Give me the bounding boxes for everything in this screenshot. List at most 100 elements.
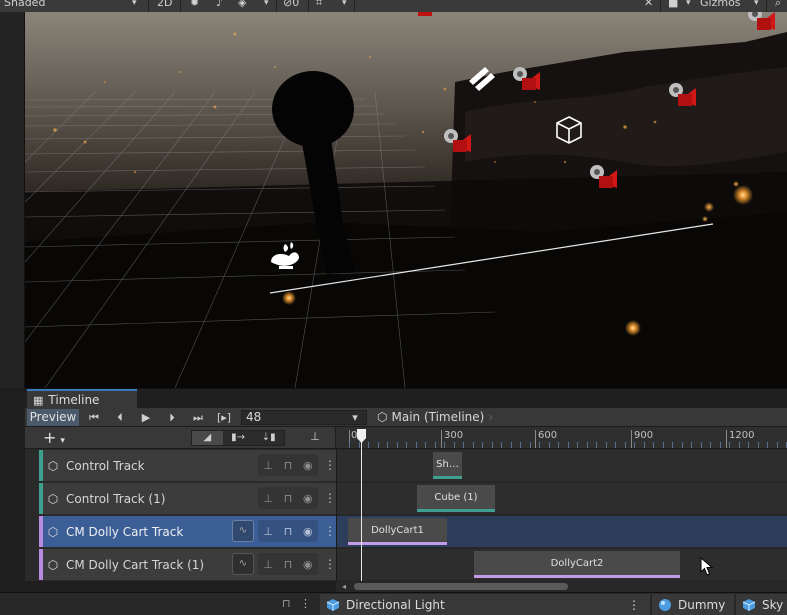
- track-lane[interactable]: Sh…: [337, 450, 787, 481]
- shading-mode-label: Shaded: [4, 0, 46, 9]
- timeline-tabbar: ▦ Timeline: [25, 388, 787, 409]
- camera-icon[interactable]: ■: [668, 0, 678, 12]
- go-to-end-icon[interactable]: ⏭: [187, 409, 209, 426]
- ruler-major-tick: [726, 430, 727, 448]
- preview-button[interactable]: Preview: [27, 409, 79, 426]
- eye-icon[interactable]: ◉: [303, 492, 313, 505]
- ruler-minor-tick: [634, 442, 635, 448]
- ruler-minor-tick: [587, 442, 588, 448]
- track-header-control-track[interactable]: ⬡ Control Track ⊥ ⊓ ◉ ⋮: [39, 450, 336, 481]
- ruler-minor-tick: [748, 442, 749, 448]
- lock-icon[interactable]: ⊓: [284, 525, 293, 538]
- lock-icon[interactable]: ⊓: [282, 597, 291, 610]
- search-icon[interactable]: ⌕: [775, 0, 781, 12]
- ruler-minor-tick: [739, 442, 740, 448]
- eye-icon[interactable]: ◉: [303, 525, 313, 538]
- more-options-icon[interactable]: ⋮: [324, 457, 336, 473]
- tab-sky[interactable]: Sky: [736, 594, 787, 615]
- ruler-minor-tick: [615, 442, 616, 448]
- clip-bar: [417, 509, 495, 512]
- replace-mode-icon[interactable]: ⇣▮: [253, 431, 284, 445]
- clip-label: DollyCart1: [371, 525, 424, 536]
- bottom-tab-bar: ⊓ ⋮ Directional Light ⋮ Dummy Sky: [0, 592, 787, 615]
- chevron-down-icon[interactable]: ▾: [686, 0, 691, 12]
- lock-icon[interactable]: ⊓: [284, 558, 293, 571]
- tab-dummy[interactable]: Dummy: [652, 594, 734, 615]
- track-lane[interactable]: DollyCart2: [337, 549, 787, 580]
- ruler-minor-tick: [539, 442, 540, 448]
- ruler-minor-tick: [530, 442, 531, 448]
- next-frame-icon[interactable]: ⏵: [161, 409, 183, 426]
- ruler-label: 900: [634, 430, 654, 441]
- chevron-down-icon[interactable]: ▾: [345, 409, 365, 426]
- more-options-icon[interactable]: ⋮: [324, 490, 336, 506]
- timeline-horizontal-scrollbar[interactable]: ◂: [336, 581, 787, 592]
- more-options-icon[interactable]: ⋮: [324, 556, 336, 572]
- hidden-objects-toggle[interactable]: ⊘0: [283, 0, 299, 12]
- mix-mode-icon[interactable]: ◢: [192, 431, 223, 445]
- pin-icon[interactable]: ⊥: [263, 525, 273, 538]
- track-header-cm-dolly-cart-track[interactable]: ⬡ CM Dolly Cart Track ∿ ⊥ ⊓ ◉ ⋮: [39, 516, 336, 547]
- lock-icon[interactable]: ⊓: [284, 492, 293, 505]
- track-binding-field[interactable]: ∿: [232, 520, 254, 542]
- grid-snap-icon[interactable]: ⌗: [316, 0, 322, 12]
- track-lane[interactable]: Cube (1): [337, 483, 787, 514]
- chevron-down-icon[interactable]: ▾: [342, 0, 347, 12]
- more-options-icon[interactable]: ⋮: [300, 597, 311, 610]
- audio-toggle-icon[interactable]: ♪: [216, 0, 223, 12]
- clip-area[interactable]: Sh… Cube (1) DollyCart1 DollyCart2: [336, 449, 787, 581]
- track-binding-field[interactable]: ∿: [232, 553, 254, 575]
- scrollbar-thumb[interactable]: [354, 583, 568, 590]
- track-header-control-track-1[interactable]: ⬡ Control Track (1) ⊥ ⊓ ◉ ⋮: [39, 483, 336, 514]
- gizmos-dropdown[interactable]: Gizmos: [700, 0, 741, 12]
- pin-icon[interactable]: ⊥: [263, 558, 273, 571]
- clip-bar: [474, 575, 680, 578]
- toolbar-divider: [660, 0, 661, 12]
- track-header-cm-dolly-cart-track-1[interactable]: ⬡ CM Dolly Cart Track (1) ∿ ⊥ ⊓ ◉ ⋮: [39, 549, 336, 580]
- toolbar-divider: [308, 0, 309, 12]
- pin-icon[interactable]: ⊥: [305, 430, 325, 446]
- timeline-tab[interactable]: ▦ Timeline: [27, 389, 137, 409]
- add-track-button[interactable]: + ▾: [43, 429, 75, 447]
- clip-bar: [433, 476, 462, 479]
- go-to-start-icon[interactable]: ⏮: [83, 409, 105, 426]
- pin-icon[interactable]: ⊥: [263, 492, 273, 505]
- chevron-down-icon[interactable]: ▾: [132, 0, 137, 12]
- previous-frame-icon[interactable]: ⏴: [109, 409, 131, 426]
- chevron-down-icon[interactable]: ▾: [264, 0, 269, 12]
- clip-sh[interactable]: Sh…: [433, 452, 462, 479]
- ruler-minor-tick: [473, 442, 474, 448]
- clip-dollycart2[interactable]: DollyCart2: [474, 551, 680, 578]
- tools-icon[interactable]: ✕: [644, 0, 653, 12]
- timeline-ruler[interactable]: 0 300 600 900 1200: [336, 427, 787, 449]
- shading-dropdown[interactable]: Shaded: [4, 0, 45, 12]
- track-list: ⬡ Control Track ⊥ ⊓ ◉ ⋮ ⬡ Control Track …: [25, 449, 336, 581]
- play-range-button[interactable]: [▸]: [213, 409, 235, 426]
- clip-dollycart1[interactable]: DollyCart1: [348, 518, 447, 545]
- more-options-icon[interactable]: ⋮: [324, 523, 336, 539]
- ruler-minor-tick: [349, 442, 350, 448]
- clip-label: Cube (1): [434, 492, 478, 503]
- lighting-toggle-icon[interactable]: ✹: [190, 0, 199, 12]
- more-options-icon[interactable]: ⋮: [628, 598, 640, 612]
- gizmos-label: Gizmos: [700, 0, 741, 9]
- inspector-tab-directional-light[interactable]: Directional Light ⋮: [320, 594, 650, 615]
- panel-label: Sky: [762, 598, 784, 612]
- ripple-mode-icon[interactable]: ▮→: [223, 431, 254, 445]
- eye-icon[interactable]: ◉: [303, 558, 313, 571]
- scroll-left-icon[interactable]: ◂: [342, 581, 352, 592]
- play-icon[interactable]: ▶: [135, 409, 157, 426]
- lock-icon[interactable]: ⊓: [284, 459, 293, 472]
- clip-cube-1[interactable]: Cube (1): [417, 485, 495, 512]
- chevron-down-icon[interactable]: ▾: [754, 0, 759, 12]
- eye-icon[interactable]: ◉: [303, 459, 313, 472]
- track-lane-selected[interactable]: DollyCart1: [337, 516, 787, 547]
- ruler-minor-tick: [672, 442, 673, 448]
- scene-toolbar: Shaded ▾ 2D ✹ ♪ ◈ ▾ ⊘0 ⌗ ▾ ✕ ■ ▾ Gizmos …: [0, 0, 787, 12]
- pin-icon[interactable]: ⊥: [263, 459, 273, 472]
- ruler-label: 1200: [729, 430, 755, 441]
- timeline-asset-breadcrumb[interactable]: ⬡ Main (Timeline) ›: [377, 408, 493, 427]
- scene-viewport[interactable]: [25, 12, 787, 388]
- view-2d-toggle[interactable]: 2D: [157, 0, 172, 12]
- effects-toggle-icon[interactable]: ◈: [238, 0, 246, 12]
